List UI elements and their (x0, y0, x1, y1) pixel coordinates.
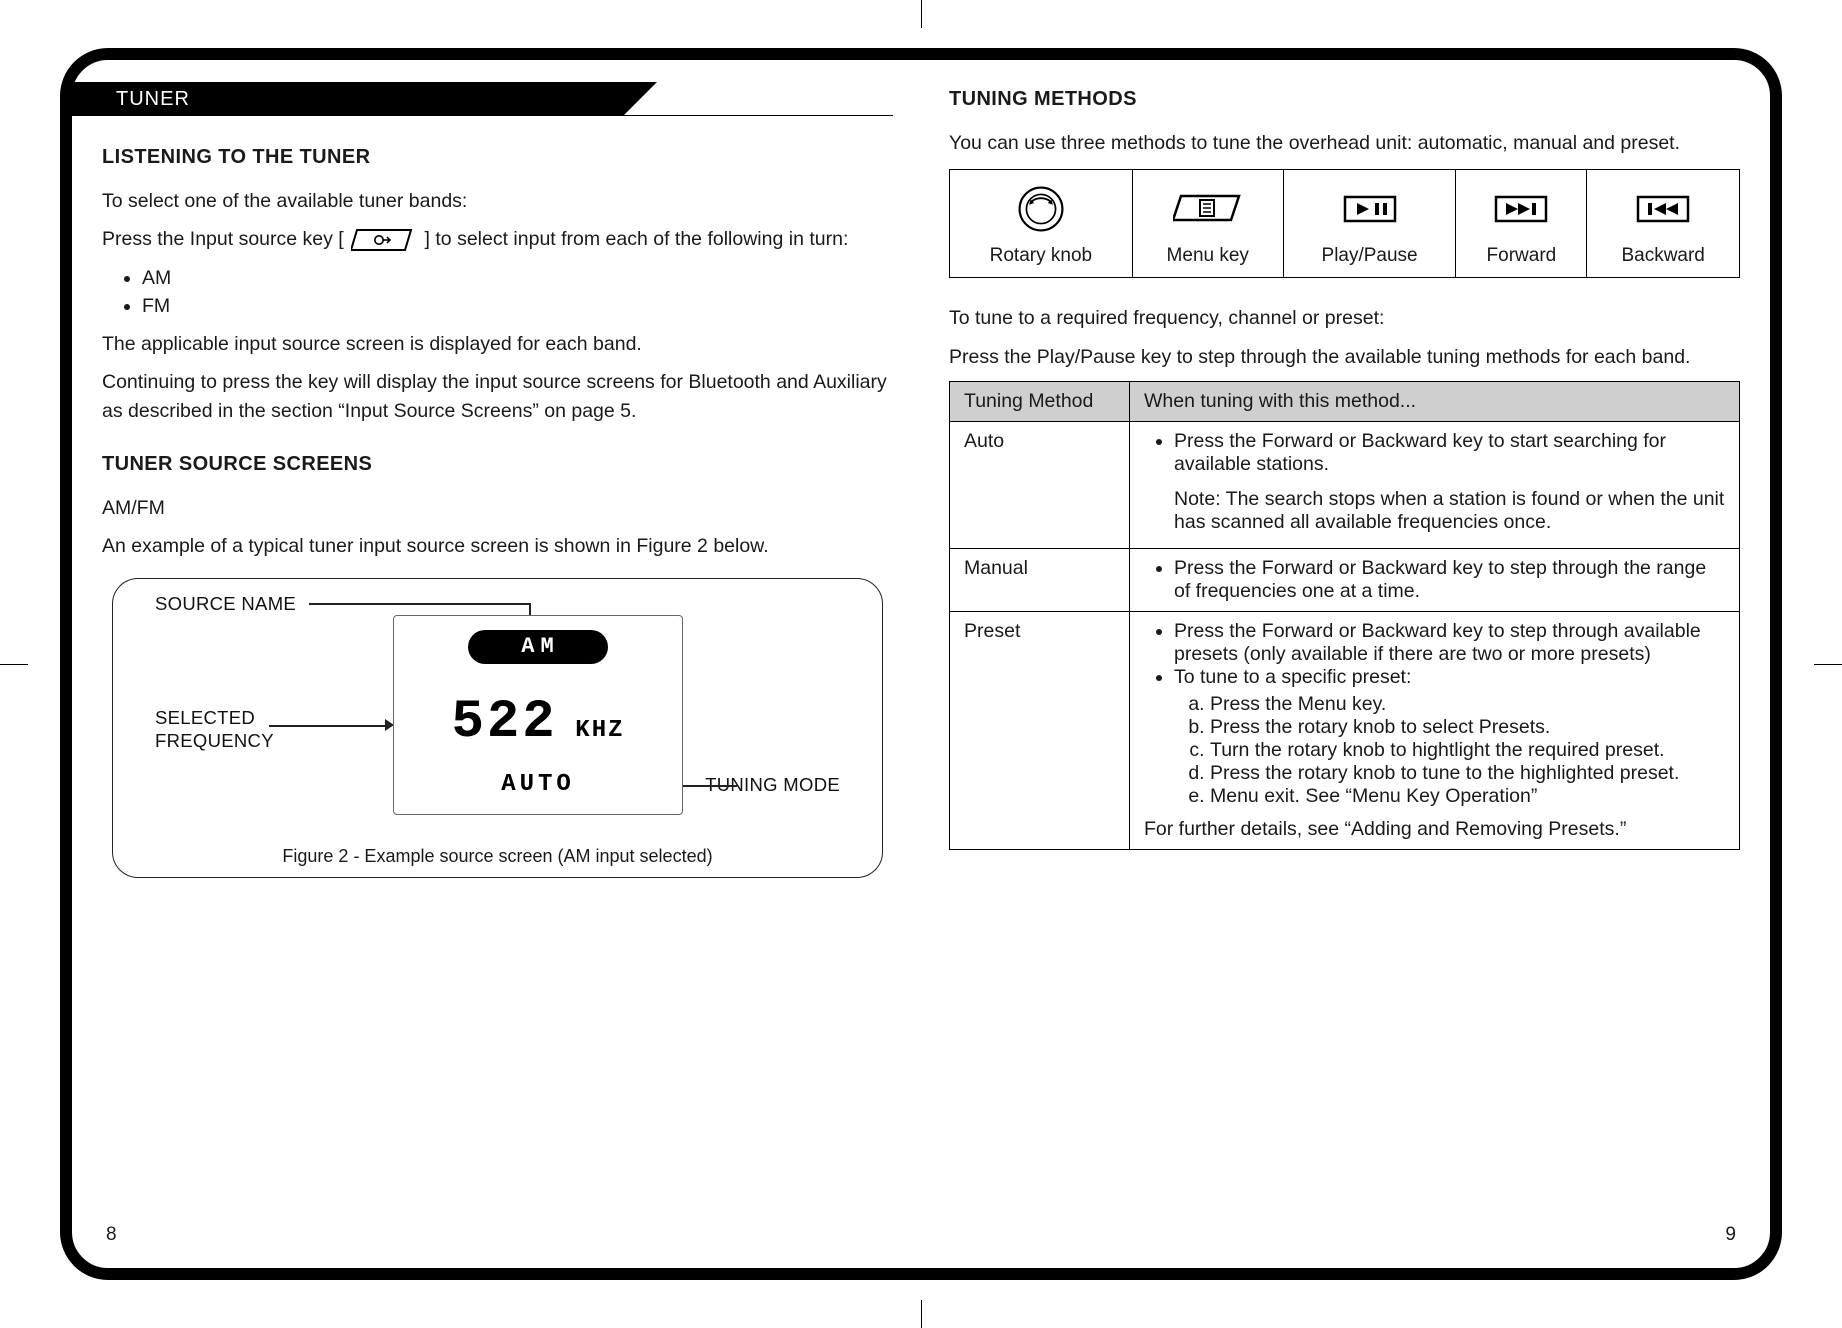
page-frame: TUNER LISTENING TO THE TUNER To select o… (60, 48, 1782, 1280)
leader-freq-h (269, 725, 387, 727)
crop-mark-top (921, 0, 922, 28)
cell-menu-key: Menu key (1132, 170, 1283, 278)
label-source-name: SOURCE NAME (155, 593, 296, 615)
ctrl-label-rotary: Rotary knob (990, 245, 1092, 266)
auto-note: Note: The search stops when a station is… (1174, 488, 1725, 534)
continuing-line: Continuing to press the key will display… (102, 368, 893, 425)
cell-rotary-knob: Rotary knob (950, 170, 1133, 278)
rotary-knob-icon (956, 185, 1126, 233)
left-column: TUNER LISTENING TO THE TUNER To select o… (102, 82, 893, 1246)
th-desc: When tuning with this method... (1130, 381, 1740, 421)
tune-line-a: To tune to a required frequency, channel… (949, 304, 1740, 332)
crop-mark-right (1814, 664, 1842, 665)
cell-play-pause: Play/Pause (1283, 170, 1456, 278)
figure-caption: Figure 2 - Example source screen (AM inp… (113, 846, 882, 867)
preset-bullet2: To tune to a specific preset: Press the … (1174, 666, 1725, 808)
heading-tuning-methods: TUNING METHODS (949, 88, 1740, 111)
ctrl-label-menu: Menu key (1167, 245, 1249, 266)
th-method: Tuning Method (950, 381, 1130, 421)
example-intro: An example of a typical tuner input sour… (102, 532, 893, 560)
preset-lead: To tune to a specific preset: (1174, 666, 1411, 688)
forward-icon (1462, 185, 1580, 233)
content-area: TUNER LISTENING TO THE TUNER To select o… (102, 82, 1740, 1246)
page-num-right: 9 (1725, 1224, 1736, 1246)
heading-listening: LISTENING TO THE TUNER (102, 146, 893, 169)
preset-step-d: Press the rotary knob to tune to the hig… (1210, 762, 1725, 785)
cell-forward: Forward (1456, 170, 1587, 278)
amfm-sub: AM/FM (102, 494, 893, 522)
methods-intro: You can use three methods to tune the ov… (949, 129, 1740, 157)
ctrl-label-forward: Forward (1487, 245, 1557, 266)
preset-bullet1: Press the Forward or Backward key to ste… (1174, 620, 1725, 666)
td-preset-desc: Press the Forward or Backward key to ste… (1130, 611, 1740, 849)
press-input-line: Press the Input source key [ ] to select… (102, 225, 893, 253)
section-tab-label: TUNER (72, 82, 623, 116)
lcd-freq-row: 522 KHZ (394, 692, 682, 753)
tuning-method-table: Tuning Method When tuning with this meth… (949, 381, 1740, 850)
intro-text: To select one of the available tuner ban… (102, 187, 893, 215)
band-am: AM (142, 264, 893, 292)
preset-footer: For further details, see “Adding and Rem… (1144, 818, 1626, 840)
right-column: TUNING METHODS You can use three methods… (949, 82, 1740, 1246)
menu-key-icon (1139, 185, 1277, 233)
tune-line-b: Press the Play/Pause key to step through… (949, 343, 1740, 371)
lcd-band: AM (468, 630, 608, 664)
preset-step-c: Turn the rotary knob to hightlight the r… (1210, 739, 1725, 762)
manual-bullet: Press the Forward or Backward key to ste… (1174, 557, 1725, 603)
press-pre: Press the Input source key [ (102, 228, 344, 250)
cell-backward: Backward (1587, 170, 1740, 278)
crop-mark-left (0, 664, 28, 665)
auto-bullet: Press the Forward or Backward key to sta… (1174, 430, 1725, 476)
figure-panel: SOURCE NAME SELECTED FREQUENCY TUNING MO… (112, 578, 883, 878)
backward-icon (1593, 185, 1733, 233)
td-auto-desc: Press the Forward or Backward key to sta… (1130, 421, 1740, 548)
input-source-key-icon (351, 228, 417, 252)
section-tab-rule (102, 115, 893, 116)
preset-step-a: Press the Menu key. (1210, 693, 1725, 716)
label-selected-frequency: SELECTED FREQUENCY (155, 707, 274, 751)
crop-mark-bottom (921, 1300, 922, 1328)
figure-2: SOURCE NAME SELECTED FREQUENCY TUNING MO… (102, 578, 893, 878)
lcd-mode: AUTO (394, 771, 682, 798)
td-manual-name: Manual (950, 548, 1130, 611)
play-pause-icon (1290, 185, 1450, 233)
ctrl-label-play: Play/Pause (1322, 245, 1418, 266)
preset-steps: Press the Menu key. Press the rotary kno… (1210, 693, 1725, 808)
band-list: AM FM (142, 264, 893, 321)
applicable-line: The applicable input source screen is di… (102, 330, 893, 358)
preset-step-e: Menu exit. See “Menu Key Operation” (1210, 785, 1725, 808)
lcd-unit: KHZ (575, 717, 624, 744)
section-tab: TUNER (102, 82, 893, 116)
ctrl-label-backward: Backward (1621, 245, 1704, 266)
heading-source-screens: TUNER SOURCE SCREENS (102, 453, 893, 476)
preset-step-b: Press the rotary knob to select Presets. (1210, 716, 1725, 739)
band-fm: FM (142, 292, 893, 320)
td-preset-name: Preset (950, 611, 1130, 849)
lcd-screen: AM 522 KHZ AUTO (393, 615, 683, 815)
lcd-freq: 522 (451, 692, 557, 753)
leader-source-h (309, 603, 529, 605)
td-auto-name: Auto (950, 421, 1130, 548)
td-manual-desc: Press the Forward or Backward key to ste… (1130, 548, 1740, 611)
controls-table: Rotary knob Menu key (949, 169, 1740, 278)
press-post: ] to select input from each of the follo… (425, 228, 849, 250)
page-num-left: 8 (106, 1224, 117, 1246)
